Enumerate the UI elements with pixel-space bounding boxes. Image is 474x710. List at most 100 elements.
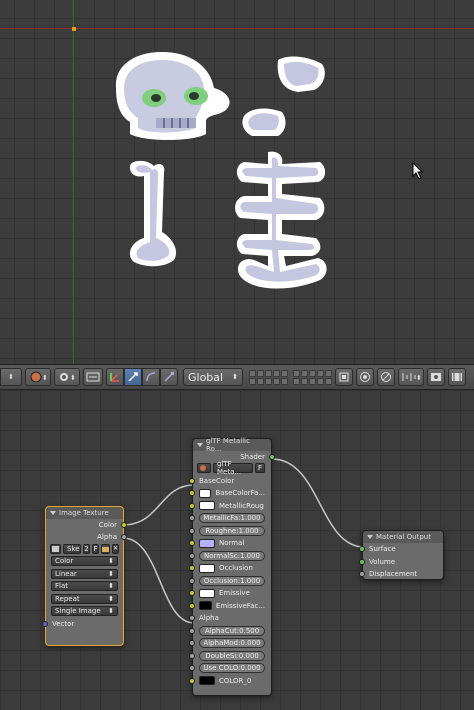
pivot-selector[interactable]: ⬍: [54, 368, 80, 386]
occlusion-swatch[interactable]: [199, 563, 215, 573]
metallic-rough-label: MetallicRoug: [219, 501, 264, 510]
scale-button[interactable]: [160, 368, 178, 386]
alpha-cutoff-socket[interactable]: [189, 627, 195, 634]
gltf-metallic-roughness-node[interactable]: glTF Metallic Ro... Shader glTF Meta... …: [189, 437, 275, 696]
volume-socket[interactable]: [359, 558, 365, 565]
skull-sprite[interactable]: [110, 48, 238, 144]
gltf-node-header[interactable]: glTF Metallic Ro...: [193, 437, 271, 453]
use-color0-socket[interactable]: [189, 665, 195, 672]
3d-viewport[interactable]: [0, 0, 474, 364]
alpha-cutoff-field[interactable]: AlphaCut:0.500: [199, 625, 265, 636]
metallic-rough-swatch[interactable]: [199, 501, 215, 511]
opengl-render-animation-button[interactable]: [448, 368, 466, 386]
color-space-dropdown[interactable]: Color ⬍: [51, 556, 118, 567]
image-name-field[interactable]: Ske: [63, 543, 81, 554]
collapse-arrow-icon[interactable]: [367, 535, 373, 539]
roughness-factor-field[interactable]: Roughne:1.000: [199, 525, 265, 536]
shader-output-socket[interactable]: [269, 453, 275, 460]
opengl-render-button[interactable]: [427, 368, 445, 386]
emissive-swatch[interactable]: [199, 588, 215, 598]
displacement-socket[interactable]: [359, 571, 365, 578]
rotate-button[interactable]: [142, 368, 160, 386]
snap-increment-icon: ⬍: [402, 373, 421, 382]
open-image-button[interactable]: [100, 543, 110, 554]
double-sided-socket[interactable]: [189, 652, 195, 659]
interpolation-dropdown[interactable]: Linear ⬍: [51, 568, 118, 579]
vector-input-socket[interactable]: [42, 620, 48, 627]
basecolor-socket[interactable]: [189, 477, 195, 484]
emissive-socket[interactable]: [189, 590, 195, 597]
source-row: Single Image ⬍: [46, 605, 123, 618]
source-dropdown[interactable]: Single Image ⬍: [51, 606, 118, 617]
normal-row: Normal: [189, 537, 271, 550]
occlusion-factor-field[interactable]: Occlusion:1.000: [199, 575, 265, 586]
color-output-label: Color: [98, 521, 117, 530]
alpha-output-socket[interactable]: [121, 534, 127, 540]
occlusion-factor-socket[interactable]: [189, 577, 195, 584]
ribcage-sprite[interactable]: [232, 150, 328, 292]
alpha-input-label: Alpha: [199, 614, 219, 623]
material-output-header[interactable]: Material Output: [363, 531, 443, 543]
normal-scale-field[interactable]: NormalSc:1.000: [199, 550, 265, 561]
transform-axes-button[interactable]: [106, 368, 124, 386]
material-output-node[interactable]: Material Output Surface Volume Displacem…: [359, 530, 444, 580]
color0-socket[interactable]: [189, 677, 195, 684]
occlusion-row: Occlusion: [189, 562, 271, 575]
extension-dropdown[interactable]: Repeat ⬍: [51, 593, 118, 604]
use-color0-field[interactable]: Use COLO:0.000: [199, 663, 265, 674]
metallic-rough-socket[interactable]: [189, 502, 195, 509]
color0-swatch[interactable]: [199, 676, 215, 686]
projection-row: Flat ⬍: [46, 580, 123, 593]
alpha-mode-socket[interactable]: [189, 640, 195, 647]
close-icon: ✕: [112, 545, 118, 553]
roughness-factor-socket[interactable]: [189, 527, 195, 534]
group-fake-user-button[interactable]: F: [255, 463, 265, 474]
group-selector-row: glTF Meta... F: [193, 460, 271, 476]
hand-sprite[interactable]: [238, 50, 332, 140]
snap-element-selector[interactable]: ⬍: [398, 368, 424, 386]
roughness-factor-row: Roughne:1.000: [189, 525, 271, 538]
basecolor-factor-swatch[interactable]: [199, 488, 212, 498]
scale-icon: [164, 372, 174, 382]
chevron-updown-icon: ⬍: [108, 557, 114, 566]
snap-toggle-button[interactable]: [377, 368, 395, 386]
occlusion-socket[interactable]: [189, 565, 195, 572]
image-texture-header[interactable]: Image Texture: [46, 507, 123, 519]
normal-scale-socket[interactable]: [189, 552, 195, 559]
group-browse-button[interactable]: [197, 463, 211, 474]
mode-selector[interactable]: ⬍: [0, 368, 22, 386]
alpha-input-socket[interactable]: [189, 615, 195, 622]
chevron-down-icon: ⬍: [8, 373, 14, 381]
collapse-arrow-icon[interactable]: [197, 443, 203, 447]
basecolor-factor-socket[interactable]: [189, 490, 195, 497]
bone-sprite[interactable]: [124, 158, 186, 270]
group-name-field[interactable]: glTF Meta...: [213, 460, 253, 476]
collapse-arrow-icon[interactable]: [50, 511, 56, 515]
unlink-image-button[interactable]: ✕: [111, 543, 119, 554]
proportional-edit-button[interactable]: [356, 368, 374, 386]
emissive-factor-socket[interactable]: [189, 602, 195, 609]
fake-user-button[interactable]: F: [91, 543, 99, 554]
normal-swatch[interactable]: [199, 538, 215, 548]
double-sided-field[interactable]: DoubleSi:0.000: [199, 650, 265, 661]
layer-buttons-group-2[interactable]: [293, 369, 332, 385]
image-users-count[interactable]: 2: [83, 543, 90, 554]
surface-socket[interactable]: [359, 546, 365, 553]
vector-input-row: Vector: [42, 618, 123, 631]
translate-button[interactable]: [124, 368, 142, 386]
node-editor[interactable]: Image Texture Color Alpha Ske 2 F ✕ Colo…: [0, 390, 474, 710]
layer-buttons-group-1[interactable]: [249, 369, 288, 385]
alpha-mode-field[interactable]: AlphaMod:0.000: [199, 638, 265, 649]
lock-camera-button[interactable]: [335, 368, 353, 386]
metallic-factor-field[interactable]: MetallicFa:1.000: [199, 513, 265, 524]
orientation-dropdown[interactable]: Global ⬍: [183, 368, 243, 386]
projection-dropdown[interactable]: Flat ⬍: [51, 581, 118, 592]
image-texture-node[interactable]: Image Texture Color Alpha Ske 2 F ✕ Colo…: [42, 506, 127, 646]
manipulator-toggle[interactable]: [83, 368, 103, 386]
emissive-factor-swatch[interactable]: [199, 601, 212, 611]
metallic-factor-socket[interactable]: [189, 515, 195, 522]
image-browse-button[interactable]: [50, 543, 61, 554]
use-color0-row: Use COLO:0.000: [189, 662, 271, 675]
normal-socket[interactable]: [189, 540, 195, 547]
shading-selector[interactable]: ⬍: [25, 368, 51, 386]
